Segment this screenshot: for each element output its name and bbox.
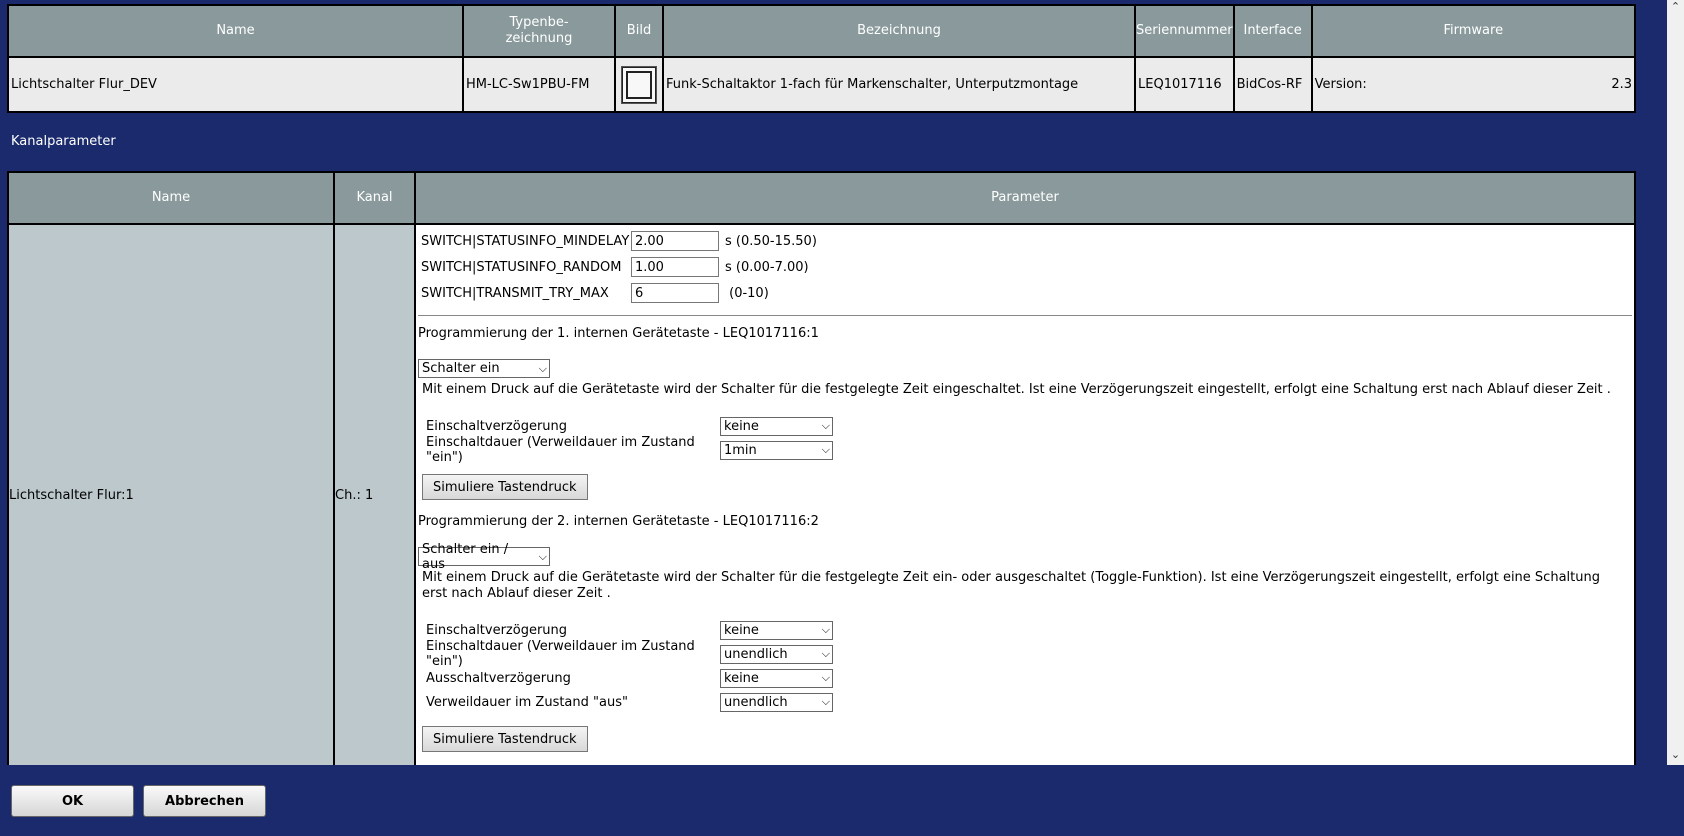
footer-bar: OK Abbrechen xyxy=(0,765,1684,836)
param-unit: (0-10) xyxy=(725,285,769,301)
select-value: keine xyxy=(724,670,759,686)
param-unit: s (0.00-7.00) xyxy=(725,259,809,275)
key2-setting-row: Ausschaltverzögerung keine ⌵ xyxy=(426,666,1634,690)
ch-col-header-name: Name xyxy=(7,171,335,225)
chevron-down-icon: ⌵ xyxy=(821,647,830,660)
chevron-down-icon: ⌵ xyxy=(821,671,830,684)
key2-off-delay-select[interactable]: keine ⌵ xyxy=(720,668,833,688)
key1-on-delay-select[interactable]: keine ⌵ xyxy=(720,416,833,436)
key2-description: Mit einem Druck auf die Gerätetaste wird… xyxy=(422,570,1600,601)
key2-simulate-button[interactable]: Simuliere Tastendruck xyxy=(422,726,588,752)
param-label: SWITCH|STATUSINFO_RANDOM xyxy=(421,259,622,275)
chevron-down-icon: ⌵ xyxy=(821,695,830,708)
col-header-type: Typenbe- zeichnung xyxy=(462,4,616,58)
setting-label: Einschaltverzögerung xyxy=(426,418,568,434)
ch-col-header-channel: Kanal xyxy=(333,171,416,225)
col-header-firmware: Firmware xyxy=(1310,4,1637,58)
key2-off-duration-select[interactable]: unendlich ⌵ xyxy=(720,692,833,712)
select-value: 1min xyxy=(724,442,757,458)
key1-setting-row: Einschaltdauer (Verweildauer im Zustand … xyxy=(426,435,1634,465)
parameter-cell: SWITCH|STATUSINFO_MINDELAY s (0.50-15.50… xyxy=(414,223,1636,765)
section-title: Kanalparameter xyxy=(11,134,116,149)
device-serial: LEQ1017116 xyxy=(1134,56,1235,113)
device-firmware: Version: 2.3 xyxy=(1310,56,1637,113)
key2-on-duration-select[interactable]: unendlich ⌵ xyxy=(720,644,833,664)
key2-on-delay-select[interactable]: keine ⌵ xyxy=(720,620,833,640)
device-description: Funk-Schaltaktor 1-fach für Markenschalt… xyxy=(662,56,1136,113)
key1-simulate-button[interactable]: Simuliere Tastendruck xyxy=(422,474,588,500)
key2-settings: Einschaltverzögerung keine ⌵ Einschaltda… xyxy=(416,618,1634,714)
chevron-down-icon: ⌵ xyxy=(538,361,547,375)
setting-label: Verweildauer im Zustand "aus" xyxy=(426,694,628,710)
param-row-random: SWITCH|STATUSINFO_RANDOM s (0.00-7.00) xyxy=(416,254,1634,280)
key1-settings: Einschaltverzögerung keine ⌵ Einschaltda… xyxy=(416,414,1634,465)
col-header-image: Bild xyxy=(614,4,664,58)
col-header-serial: Seriennummer xyxy=(1134,4,1235,58)
select-value: Schalter ein / aus xyxy=(422,541,509,572)
param-label: SWITCH|TRANSMIT_TRY_MAX xyxy=(421,285,609,301)
vertical-scrollbar[interactable]: ⌃ ⌄ xyxy=(1667,0,1684,765)
device-interface: BidCos-RF xyxy=(1232,56,1313,113)
divider xyxy=(418,315,1632,316)
ok-button[interactable]: OK xyxy=(11,785,134,817)
transmit-try-input[interactable] xyxy=(631,283,719,303)
key2-setting-row: Einschaltdauer (Verweildauer im Zustand … xyxy=(426,639,1634,669)
channel-number: Ch.: 1 xyxy=(333,223,416,765)
chevron-down-icon: ⌵ xyxy=(821,419,830,432)
key1-mode-select[interactable]: Schalter ein ⌵ xyxy=(418,359,550,378)
key2-setting-row: Verweildauer im Zustand "aus" unendlich … xyxy=(426,690,1634,714)
param-row-transmit-try: SWITCH|TRANSMIT_TRY_MAX (0-10) xyxy=(416,280,1634,306)
col-header-description: Bezeichnung xyxy=(662,4,1136,58)
setting-label: Einschaltdauer (Verweildauer im Zustand … xyxy=(426,435,695,465)
channel-row: Lichtschalter Flur:1 Ch.: 1 SWITCH|STATU… xyxy=(7,223,1636,765)
param-unit: s (0.50-15.50) xyxy=(725,233,817,249)
setting-label: Einschaltdauer (Verweildauer im Zustand … xyxy=(426,639,695,669)
firmware-label: Version: xyxy=(1314,77,1367,92)
select-value: keine xyxy=(724,622,759,638)
setting-label: Einschaltverzögerung xyxy=(426,622,568,638)
col-header-name: Name xyxy=(7,4,464,58)
key1-description: Mit einem Druck auf die Gerätetaste wird… xyxy=(422,382,1611,397)
key1-on-duration-select[interactable]: 1min ⌵ xyxy=(720,440,833,460)
chevron-down-icon: ⌵ xyxy=(821,623,830,636)
channel-table: Name Kanal Parameter Lichtschalter Flur:… xyxy=(7,171,1636,765)
page-content: Name Typenbe- zeichnung Bild Bezeichnung… xyxy=(0,0,1667,765)
scroll-up-icon[interactable]: ⌃ xyxy=(1667,0,1684,17)
chevron-down-icon: ⌵ xyxy=(821,443,830,456)
device-type: HM-LC-Sw1PBU-FM xyxy=(462,56,616,113)
ch-col-header-parameter: Parameter xyxy=(414,171,1636,225)
device-row: Lichtschalter Flur_DEV HM-LC-Sw1PBU-FM F… xyxy=(7,56,1637,113)
setting-label: Ausschaltverzögerung xyxy=(426,670,571,686)
device-name: Lichtschalter Flur_DEV xyxy=(7,56,464,113)
select-value: Schalter ein xyxy=(422,361,500,376)
param-label: SWITCH|STATUSINFO_MINDELAY xyxy=(421,233,630,249)
col-header-interface: Interface xyxy=(1232,4,1313,58)
device-image[interactable] xyxy=(621,65,657,104)
device-table: Name Typenbe- zeichnung Bild Bezeichnung… xyxy=(7,4,1637,113)
chevron-down-icon: ⌵ xyxy=(538,549,547,563)
device-image-cell xyxy=(614,56,664,113)
firmware-version: 2.3 xyxy=(1611,77,1632,92)
key2-mode-select[interactable]: Schalter ein / aus ⌵ xyxy=(418,542,550,572)
select-value: unendlich xyxy=(724,646,788,662)
select-value: unendlich xyxy=(724,694,788,710)
channel-name: Lichtschalter Flur:1 xyxy=(7,223,335,765)
select-value: keine xyxy=(724,418,759,434)
param-row-mindelay: SWITCH|STATUSINFO_MINDELAY s (0.50-15.50… xyxy=(416,228,1634,254)
random-input[interactable] xyxy=(631,257,719,277)
key2-title: Programmierung der 2. internen Gerätetas… xyxy=(418,514,819,529)
scroll-down-icon[interactable]: ⌄ xyxy=(1667,748,1684,765)
mindelay-input[interactable] xyxy=(631,231,719,251)
key1-title: Programmierung der 1. internen Gerätetas… xyxy=(418,326,819,341)
cancel-button[interactable]: Abbrechen xyxy=(143,785,266,817)
